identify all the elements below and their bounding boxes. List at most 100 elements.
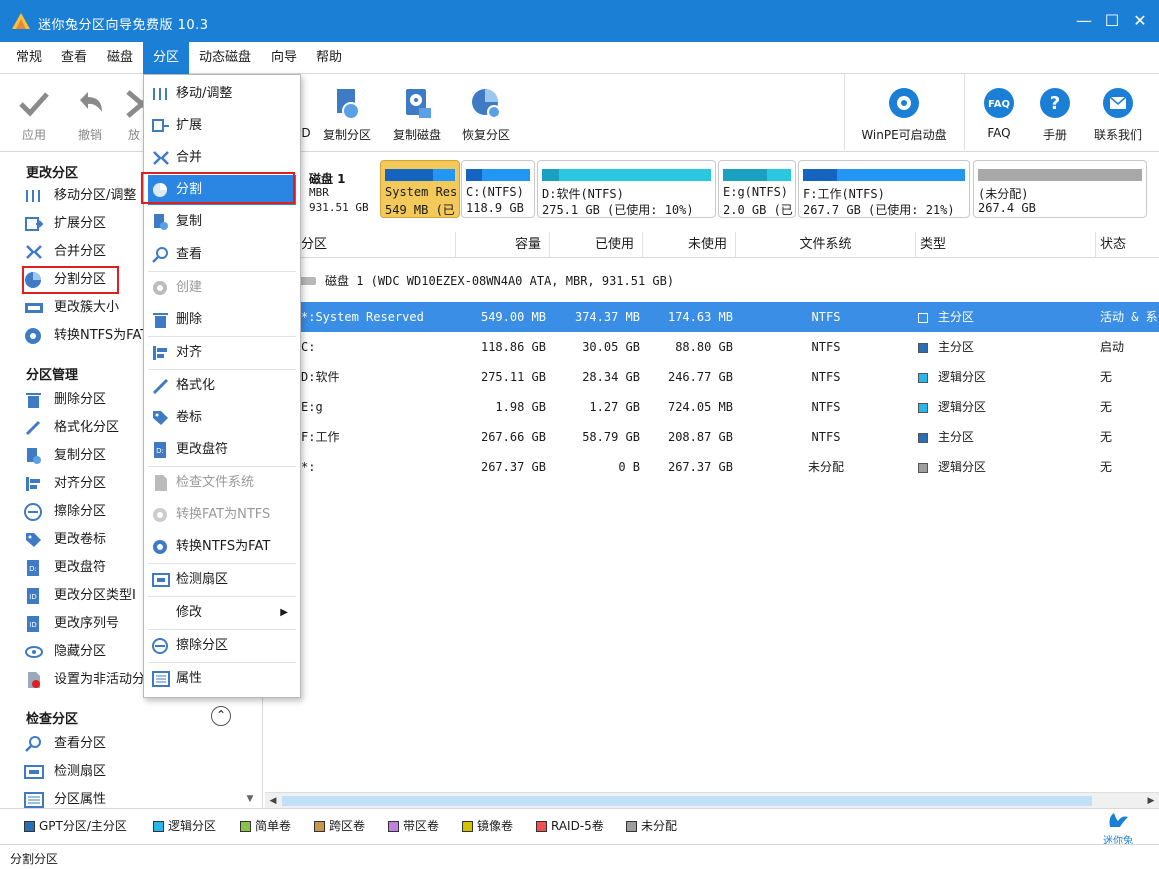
partition-map-d[interactable]: D:软件(NTFS) 275.1 GB (已使用: 10%) (537, 160, 716, 218)
faq-button[interactable]: FAQ FAQ (980, 74, 1018, 152)
lp-properties[interactable]: 分区属性 (24, 788, 106, 808)
dd-fat-to-ntfs[interactable]: 转换FAT为NTFS (148, 500, 296, 530)
dd-create[interactable]: 创建 (148, 273, 296, 303)
dd-merge[interactable]: 合并 (148, 143, 296, 173)
dd-modify[interactable]: 修改 ▶ (148, 598, 296, 628)
col-partition[interactable]: 分区 (281, 232, 456, 258)
lp-ntfs-to-fat[interactable]: 转换NTFS为FAT (24, 324, 148, 348)
disk-map: 磁盘 1 MBR 931.51 GB System Res 549 MB (已 … (265, 155, 1155, 223)
scroll-down-icon[interactable]: ▼ (244, 794, 256, 806)
lp-set-inactive[interactable]: 设置为非活动分 (24, 668, 145, 692)
apply-button[interactable]: 应用 (12, 74, 56, 152)
brand-logo: 迷你兔 (1093, 811, 1143, 847)
undo-button[interactable]: 撤销 (68, 74, 112, 152)
partition-map-f[interactable]: F:工作(NTFS) 267.7 GB (已使用: 21%) (798, 160, 970, 218)
dd-format[interactable]: 格式化 (148, 371, 296, 401)
menu-partition[interactable]: 分区 (143, 42, 189, 74)
lp-change-letter[interactable]: D: 更改盘符 (24, 556, 106, 580)
close-button[interactable]: ✕ (1129, 10, 1151, 32)
lp-change-serial[interactable]: ID 更改序列号 (24, 612, 119, 636)
minimize-button[interactable]: — (1073, 10, 1095, 32)
menu-view[interactable]: 查看 (53, 42, 95, 74)
table-row[interactable]: *: 267.37 GB 0 B 267.37 GB 未分配 逻辑分区 无 (265, 452, 1159, 482)
lp-wipe[interactable]: 擦除分区 (24, 500, 106, 524)
type-swatch (918, 372, 928, 383)
move-resize-icon (153, 88, 167, 100)
recover-partition-button[interactable]: 恢复分区 (457, 74, 515, 152)
copy-icon (154, 214, 168, 230)
copy-partition-icon (337, 89, 360, 120)
dd-label[interactable]: 卷标 (148, 403, 296, 433)
horizontal-scrollbar[interactable]: ◀ ▶ (265, 792, 1159, 808)
lp-align[interactable]: 对齐分区 (24, 472, 106, 496)
col-type[interactable]: 类型 (916, 232, 1096, 258)
lp-hide[interactable]: 隐藏分区 (24, 640, 106, 664)
dd-properties[interactable]: 属性 (148, 664, 296, 694)
collapse-section-button[interactable]: ⌃ (211, 706, 231, 726)
dd-explore[interactable]: 查看 (148, 240, 296, 270)
contact-button[interactable]: 联系我们 (1090, 74, 1146, 152)
table-row[interactable]: C: 118.86 GB 30.05 GB 88.80 GB NTFS 主分区 … (265, 332, 1159, 362)
disk-header-row[interactable]: 磁盘 1 (WDC WD10EZEX-08WN4A0 ATA, MBR, 931… (265, 266, 1159, 296)
lp-explore[interactable]: 查看分区 (24, 732, 106, 756)
col-status[interactable]: 状态 (1096, 232, 1159, 258)
legend-item: 简单卷 (240, 817, 291, 834)
col-used[interactable]: 已使用 (550, 232, 643, 258)
lp-merge[interactable]: 合并分区 (24, 240, 106, 264)
lp-extend[interactable]: 扩展分区 (24, 212, 106, 236)
merge-icon (24, 243, 44, 261)
partition-map-c[interactable]: C:(NTFS) 118.9 GB (461, 160, 535, 218)
convert-icon (153, 540, 167, 554)
winpe-button[interactable]: WinPE可启动盘 (856, 74, 952, 152)
dd-wipe[interactable]: 擦除分区 (148, 631, 296, 661)
scroll-left-icon[interactable]: ◀ (265, 793, 281, 809)
copy-disk-button[interactable]: 复制磁盘 (388, 74, 446, 152)
lp-delete[interactable]: 删除分区 (24, 388, 106, 412)
dd-change-letter[interactable]: D: 更改盘符 (148, 435, 296, 465)
dd-move-resize[interactable]: 移动/调整 (148, 79, 296, 109)
menu-dynamic-disk[interactable]: 动态磁盘 (191, 42, 259, 74)
table-row[interactable]: D:软件 275.11 GB 28.34 GB 246.77 GB NTFS 逻… (265, 362, 1159, 392)
hidden-toolbar-button[interactable]: D (300, 74, 312, 152)
format-icon (152, 378, 169, 394)
id-icon: ID (24, 587, 44, 605)
scroll-thumb[interactable] (282, 796, 1092, 806)
type-swatch (918, 432, 928, 443)
menu-disk[interactable]: 磁盘 (99, 42, 141, 74)
partition-map-e[interactable]: E:g(NTFS) 2.0 GB (已 (718, 160, 796, 218)
menu-wizard[interactable]: 向导 (263, 42, 305, 74)
lp-move-resize[interactable]: 移动分区/调整 (24, 184, 136, 208)
dd-extend[interactable]: 扩展 (148, 111, 296, 141)
dd-check-filesystem[interactable]: 检查文件系统 (148, 468, 296, 498)
wipe-icon (24, 502, 44, 521)
table-row[interactable]: F:工作 267.66 GB 58.79 GB 208.87 GB NTFS 主… (265, 422, 1159, 452)
lp-copy[interactable]: 复制分区 (24, 444, 106, 468)
table-row[interactable]: *:System Reserved 549.00 MB 374.37 MB 17… (265, 302, 1159, 332)
col-unused[interactable]: 未使用 (643, 232, 736, 258)
dd-align[interactable]: 对齐 (148, 338, 296, 368)
lp-format[interactable]: 格式化分区 (24, 416, 119, 440)
lp-surface-test[interactable]: 检测扇区 (24, 760, 106, 784)
lp-change-label[interactable]: 更改卷标 (24, 528, 106, 552)
highlight-split-menu-item (141, 172, 295, 204)
scroll-right-icon[interactable]: ▶ (1143, 793, 1159, 809)
menu-general[interactable]: 常规 (8, 42, 50, 74)
partition-dropdown-menu: 移动/调整 扩展 合并 分割 复制 查看 创建 删除 对齐 格式化 卷标 D: 更… (143, 74, 301, 698)
menu-help[interactable]: 帮助 (308, 42, 350, 74)
dd-copy[interactable]: 复制 (148, 207, 296, 237)
partition-map-system-reserved[interactable]: System Res 549 MB (已 (380, 160, 460, 218)
table-row[interactable]: E:g 1.98 GB 1.27 GB 724.05 MB NTFS 逻辑分区 … (265, 392, 1159, 422)
dd-ntfs-to-fat[interactable]: 转换NTFS为FAT (148, 532, 296, 562)
discard-button[interactable]: 放 (124, 74, 144, 152)
lp-change-type-id[interactable]: ID 更改分区类型I (24, 584, 136, 608)
maximize-button[interactable]: ☐ (1101, 10, 1123, 32)
brand-rabbit-icon (1109, 813, 1128, 827)
partition-map-unallocated[interactable]: (未分配) 267.4 GB (973, 160, 1147, 218)
dd-surface-test[interactable]: 检测扇区 (148, 565, 296, 595)
lp-change-cluster[interactable]: 更改簇大小 (24, 296, 119, 320)
col-filesystem[interactable]: 文件系统 (736, 232, 916, 258)
col-capacity[interactable]: 容量 (456, 232, 550, 258)
dd-delete[interactable]: 删除 (148, 305, 296, 335)
copy-partition-button[interactable]: 复制分区 (318, 74, 376, 152)
manual-button[interactable]: ? 手册 (1036, 74, 1074, 152)
